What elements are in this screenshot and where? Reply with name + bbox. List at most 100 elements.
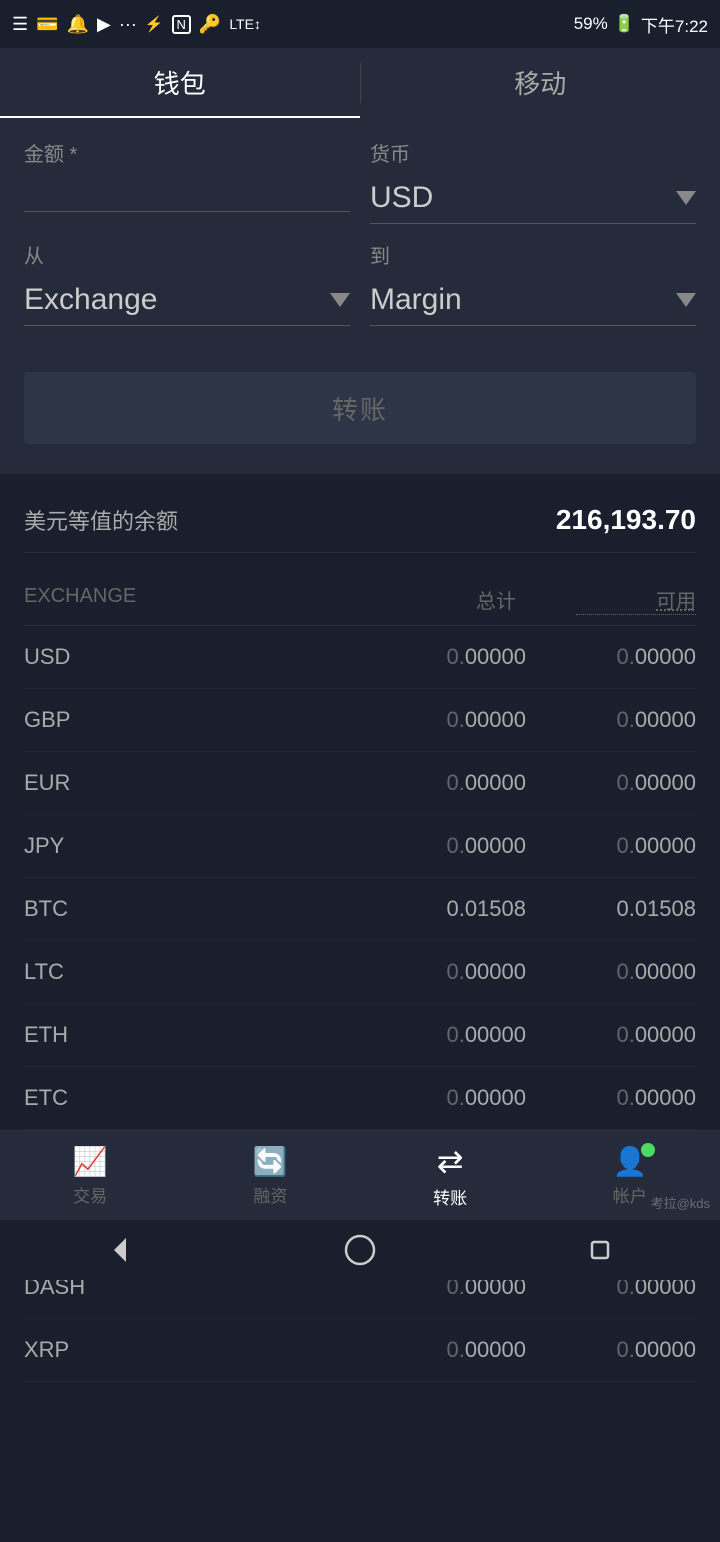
col-total-header: 总计: [396, 585, 516, 615]
table-row: USD 0.00000 0.00000: [24, 626, 696, 689]
to-select[interactable]: Margin: [370, 275, 696, 326]
nav-label-trade: 交易: [73, 1182, 107, 1207]
amount-label: 金额 *: [24, 138, 350, 167]
amount-input[interactable]: [24, 173, 350, 212]
tab-wallet[interactable]: 钱包: [0, 48, 360, 118]
nav-item-transfer[interactable]: ⇄ 转账: [433, 1142, 467, 1209]
transfer-button[interactable]: 转账: [24, 372, 696, 444]
from-label: 从: [24, 240, 350, 269]
table-row: BTC 0.01508 0.01508: [24, 878, 696, 941]
row-available: 0.00000: [566, 1337, 696, 1363]
table-row: ETC 0.00000 0.00000: [24, 1067, 696, 1130]
send-icon: ▶: [97, 14, 111, 35]
row-symbol: LTC: [24, 959, 124, 985]
nav-label-transfer: 转账: [433, 1184, 467, 1209]
from-select[interactable]: Exchange: [24, 275, 350, 326]
row-values: 0.00000 0.00000: [396, 1022, 696, 1048]
amount-group: 金额 *: [24, 138, 350, 224]
table-header-cols: 总计 可用: [396, 585, 696, 615]
row-symbol: USD: [24, 644, 124, 670]
to-label: 到: [370, 240, 696, 269]
row-total: 0.00000: [396, 1085, 526, 1111]
home-button[interactable]: [342, 1232, 378, 1268]
nav-item-account[interactable]: 👤 帐户: [612, 1145, 647, 1207]
row-total: 0.00000: [396, 833, 526, 859]
row-total: 0.00000: [396, 707, 526, 733]
trade-icon: 📈: [73, 1145, 108, 1178]
table-row: LTC 0.00000 0.00000: [24, 941, 696, 1004]
currency-value: USD: [370, 181, 433, 215]
system-nav: [0, 1220, 720, 1280]
row-values: 0.00000 0.00000: [396, 833, 696, 859]
nav-label-account: 帐户: [613, 1182, 647, 1207]
recents-icon: [582, 1232, 618, 1268]
row-available: 0.01508: [566, 896, 696, 922]
key-icon: 🔑: [199, 14, 221, 35]
more-icon: ···: [119, 14, 137, 35]
bluetooth-icon: ⚡: [145, 15, 164, 33]
to-chevron-down-icon: [676, 293, 696, 307]
row-total: 0.00000: [396, 770, 526, 796]
row-available: 0.00000: [566, 959, 696, 985]
bell-icon: 🔔: [67, 14, 89, 35]
nav-item-trade[interactable]: 📈 交易: [73, 1145, 108, 1207]
transfer-form: 金额 * 货币 USD 从 Exchange 到 Margin: [0, 118, 720, 372]
table-row: EUR 0.00000 0.00000: [24, 752, 696, 815]
table-row: GBP 0.00000 0.00000: [24, 689, 696, 752]
bottom-nav: 📈 交易 🔄 融资 ⇄ 转账 👤 帐户: [0, 1130, 720, 1220]
row-symbol: ETH: [24, 1022, 124, 1048]
time: 下午7:22: [641, 12, 708, 37]
back-button[interactable]: [102, 1232, 138, 1268]
currency-select[interactable]: USD: [370, 173, 696, 224]
nav-item-finance[interactable]: 🔄 融资: [253, 1145, 288, 1207]
row-available: 0.00000: [566, 707, 696, 733]
row-values: 0.01508 0.01508: [396, 896, 696, 922]
exchange-label: EXCHANGE: [24, 585, 136, 615]
transfer-btn-wrap: 转账: [0, 372, 720, 480]
currency-chevron-down-icon: [676, 191, 696, 205]
row-total: 0.00000: [396, 644, 526, 670]
nfc-icon: N: [172, 15, 191, 34]
table-header: EXCHANGE 总计 可用: [24, 569, 696, 626]
status-bar: ☰ 💳 🔔 ▶ ··· ⚡ N 🔑 LTE↕ 59% 🔋 下午7:22: [0, 0, 720, 48]
row-symbol: JPY: [24, 833, 124, 859]
from-value: Exchange: [24, 283, 157, 317]
currency-group: 货币 USD: [370, 138, 696, 224]
balance-value: 216,193.70: [556, 504, 696, 536]
row-available: 0.00000: [566, 770, 696, 796]
currency-label: 货币: [370, 138, 696, 167]
col-available-header: 可用: [576, 585, 696, 615]
row-available: 0.00000: [566, 1085, 696, 1111]
row-values: 0.00000 0.00000: [396, 770, 696, 796]
battery-icon: 🔋: [614, 14, 635, 34]
recents-button[interactable]: [582, 1232, 618, 1268]
to-value: Margin: [370, 283, 462, 317]
from-group: 从 Exchange: [24, 240, 350, 326]
transfer-icon: ⇄: [437, 1142, 464, 1180]
row-total: 0.00000: [396, 959, 526, 985]
wallet-icon: 💳: [36, 14, 58, 35]
row-symbol: ETC: [24, 1085, 124, 1111]
tab-move[interactable]: 移动: [361, 48, 720, 118]
table-row: JPY 0.00000 0.00000: [24, 815, 696, 878]
row-symbol: EUR: [24, 770, 124, 796]
row-total: 0.01508: [396, 896, 526, 922]
row-values: 0.00000 0.00000: [396, 644, 696, 670]
nav-label-finance: 融资: [253, 1182, 287, 1207]
row-total: 0.00000: [396, 1337, 526, 1363]
row-symbol: GBP: [24, 707, 124, 733]
row-available: 0.00000: [566, 833, 696, 859]
row-total: 0.00000: [396, 1022, 526, 1048]
balance-section: 美元等值的余额 216,193.70: [0, 480, 720, 569]
main-tabs: 钱包 移动: [0, 48, 720, 118]
to-group: 到 Margin: [370, 240, 696, 326]
row-values: 0.00000 0.00000: [396, 959, 696, 985]
row-values: 0.00000 0.00000: [396, 707, 696, 733]
home-icon: [342, 1232, 378, 1268]
row-values: 0.00000 0.00000: [396, 1085, 696, 1111]
form-row-amount-currency: 金额 * 货币 USD: [24, 138, 696, 224]
row-available: 0.00000: [566, 644, 696, 670]
row-available: 0.00000: [566, 1022, 696, 1048]
menu-icon: ☰: [12, 14, 28, 35]
row-symbol: BTC: [24, 896, 124, 922]
